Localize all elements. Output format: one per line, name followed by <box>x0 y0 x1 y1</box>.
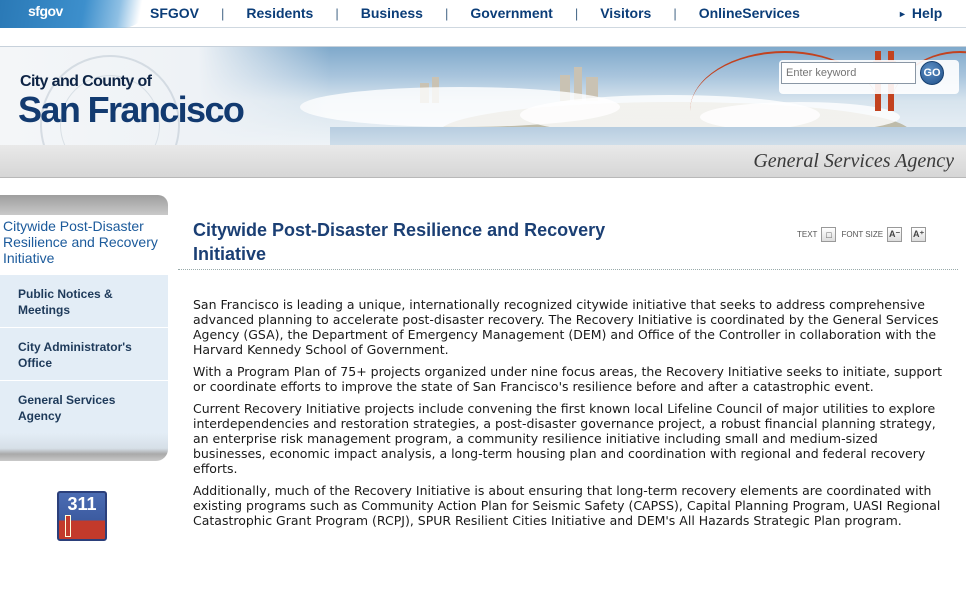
nav-visitors[interactable]: Visitors <box>600 5 651 21</box>
print-text-icon[interactable]: □ <box>821 227 837 242</box>
sfgov-logo[interactable]: sfgov <box>0 0 150 28</box>
311-badge-number: 311 <box>67 494 97 514</box>
paragraph: Current Recovery Initiative projects inc… <box>193 401 936 476</box>
nav-separator: | <box>444 5 449 21</box>
top-nav-bar: sfgov SFGOV | Residents | Business | Gov… <box>0 0 966 28</box>
page-title: Citywide Post-Disaster Resilience and Re… <box>193 220 606 264</box>
help-link[interactable]: ► Help <box>898 5 942 21</box>
sidebar-item-general-services[interactable]: General Services Agency <box>0 380 168 433</box>
nav-online-services[interactable]: OnlineServices <box>699 5 800 21</box>
agency-name: General Services Agency <box>753 150 954 172</box>
nav-separator: | <box>221 5 225 21</box>
font-decrease-icon[interactable]: A⁻ <box>887 227 903 242</box>
san-francisco-title: San Francisco <box>18 89 245 130</box>
nav-separator: | <box>574 5 579 21</box>
sfgov-logo-text: sfgov <box>28 3 63 19</box>
text-label: TEXT <box>797 230 818 239</box>
nav-government[interactable]: Government <box>470 5 552 21</box>
text-size-controls: TEXT □ FONT SIZE A⁻ A⁺ <box>797 227 931 242</box>
paragraph: With a Program Plan of 75+ projects orga… <box>193 364 942 394</box>
triangle-right-icon: ► <box>898 9 907 19</box>
311-badge-icon[interactable]: 311 <box>57 491 107 541</box>
main-nav: SFGOV | Residents | Business | Governmen… <box>150 0 800 26</box>
banner-title-area: City and County of San Francisco <box>0 47 330 145</box>
search-input[interactable] <box>781 62 916 84</box>
nav-sfgov[interactable]: SFGOV <box>150 5 199 21</box>
sidebar: Citywide Post-Disaster Resilience and Re… <box>0 195 168 461</box>
sidebar-item-city-administrator[interactable]: City Administrator's Office <box>0 327 168 380</box>
body-text: San Francisco is leading a unique, inter… <box>193 297 951 535</box>
font-size-label: FONT SIZE <box>841 230 884 239</box>
paragraph: San Francisco is leading a unique, inter… <box>193 297 939 357</box>
nav-separator: | <box>673 5 677 21</box>
sidebar-top-edge <box>0 195 168 215</box>
sidebar-item-public-notices[interactable]: Public Notices & Meetings <box>0 274 168 327</box>
search-go-button[interactable]: GO <box>920 61 944 85</box>
help-label: Help <box>911 5 943 21</box>
title-divider <box>178 269 958 270</box>
sidebar-bottom-edge <box>0 433 168 461</box>
sidebar-heading[interactable]: Citywide Post-Disaster Resilience and Re… <box>0 215 168 274</box>
paragraph: Additionally, much of the Recovery Initi… <box>193 483 941 528</box>
agency-bar: General Services Agency <box>0 145 966 178</box>
nav-residents[interactable]: Residents <box>246 5 313 21</box>
nav-separator: | <box>335 5 339 21</box>
bridge-icon <box>65 515 71 537</box>
font-increase-icon[interactable]: A⁺ <box>911 227 927 242</box>
nav-business[interactable]: Business <box>361 5 423 21</box>
